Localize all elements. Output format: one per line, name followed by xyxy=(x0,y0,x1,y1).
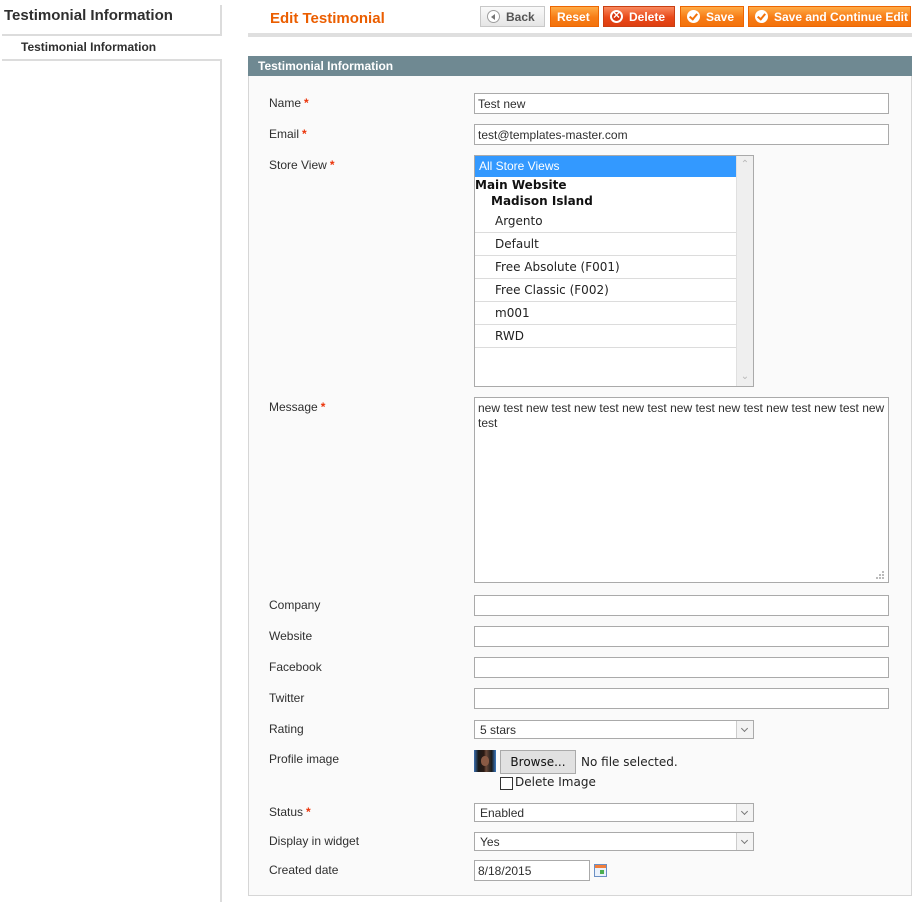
website-label: Website xyxy=(269,629,313,643)
display-in-widget-select[interactable]: Yes xyxy=(474,832,754,851)
chevron-down-icon xyxy=(736,721,753,738)
store-view-options: All Store Views Main Website Madison Isl… xyxy=(475,156,737,348)
rating-select-value: 5 stars xyxy=(480,723,517,737)
name-label-text: Name xyxy=(269,96,302,110)
status-label-text: Status xyxy=(269,805,304,819)
created-date-label: Created date xyxy=(269,863,339,877)
display-in-widget-label: Display in widget xyxy=(269,834,360,848)
status-label: Status * xyxy=(269,805,311,819)
required-marker: * xyxy=(306,805,311,819)
profile-image-label: Profile image xyxy=(269,752,340,766)
name-input[interactable] xyxy=(474,93,889,114)
store-view-option[interactable]: Default xyxy=(475,233,737,256)
rating-select[interactable]: 5 stars xyxy=(474,720,754,739)
email-input[interactable] xyxy=(474,124,889,145)
store-view-option[interactable]: Argento xyxy=(475,210,737,233)
file-status-text: No file selected. xyxy=(581,755,678,769)
display-in-widget-value: Yes xyxy=(480,835,500,849)
calendar-icon[interactable] xyxy=(594,864,607,877)
store-view-option-all[interactable]: All Store Views xyxy=(475,156,737,177)
divider xyxy=(220,5,222,36)
reset-button[interactable]: Reset xyxy=(550,6,599,27)
sidebar-tab-testimonial-information[interactable]: Testimonial Information xyxy=(21,40,156,54)
scroll-up-icon[interactable]: ⌃ xyxy=(740,160,750,170)
chevron-down-icon xyxy=(736,804,753,821)
company-label: Company xyxy=(269,598,321,612)
delete-image-label[interactable]: Delete Image xyxy=(515,775,596,789)
browse-button[interactable]: Browse... xyxy=(500,750,576,774)
back-button-label: Back xyxy=(506,9,535,24)
required-marker: * xyxy=(329,158,335,172)
scroll-down-icon[interactable]: ⌄ xyxy=(740,372,750,382)
status-select-value: Enabled xyxy=(480,806,525,820)
chevron-down-icon xyxy=(736,833,753,850)
resize-grip-icon[interactable] xyxy=(876,571,885,580)
email-label-text: Email xyxy=(269,127,300,141)
page-title: Edit Testimonial xyxy=(270,10,385,27)
back-button[interactable]: Back xyxy=(480,6,545,27)
check-icon xyxy=(755,10,768,23)
store-view-group-website: Main Website xyxy=(475,178,567,192)
status-select[interactable]: Enabled xyxy=(474,803,754,822)
divider xyxy=(220,59,222,902)
email-label: Email * xyxy=(269,127,307,141)
back-arrow-icon xyxy=(487,10,500,23)
required-marker: * xyxy=(320,400,326,414)
message-label: Message * xyxy=(269,400,325,414)
check-icon xyxy=(687,10,700,23)
message-textarea[interactable]: new test new test new test new test new … xyxy=(474,397,889,583)
sidebar: Testimonial Information Testimonial Info… xyxy=(0,0,222,902)
required-marker: * xyxy=(304,96,309,110)
save-button-label: Save xyxy=(706,9,735,24)
company-input[interactable] xyxy=(474,595,889,616)
facebook-input[interactable] xyxy=(474,657,889,678)
save-and-continue-label: Save and Continue Edit xyxy=(774,9,909,24)
store-view-group-store: Madison Island xyxy=(491,194,593,208)
save-and-continue-button[interactable]: Save and Continue Edit xyxy=(748,6,911,27)
delete-x-icon xyxy=(610,8,623,23)
required-marker: * xyxy=(302,127,307,141)
rating-label: Rating xyxy=(269,722,304,736)
name-label: Name * xyxy=(269,96,309,110)
divider xyxy=(2,59,222,61)
header-divider xyxy=(248,33,912,37)
store-view-option[interactable]: Free Absolute (F001) xyxy=(475,256,737,279)
fieldset-legend: Testimonial Information xyxy=(248,56,912,76)
reset-button-label: Reset xyxy=(557,9,590,24)
created-date-input[interactable] xyxy=(474,860,590,881)
store-view-option[interactable]: Free Classic (F002) xyxy=(475,279,737,302)
website-input[interactable] xyxy=(474,626,889,647)
delete-image-checkbox[interactable] xyxy=(500,777,513,790)
divider xyxy=(2,34,222,36)
sidebar-title: Testimonial Information xyxy=(4,7,173,24)
store-view-label-text: Store View xyxy=(269,158,327,172)
twitter-input[interactable] xyxy=(474,688,889,709)
facebook-label: Facebook xyxy=(269,660,322,674)
store-view-multiselect[interactable]: All Store Views Main Website Madison Isl… xyxy=(474,155,754,387)
twitter-label: Twitter xyxy=(269,691,305,705)
message-label-text: Message xyxy=(269,400,318,414)
delete-button-label: Delete xyxy=(629,9,666,24)
store-view-option[interactable]: RWD xyxy=(475,325,737,348)
store-view-label: Store View * xyxy=(269,158,334,172)
delete-button[interactable]: Delete xyxy=(603,6,675,27)
scrollbar[interactable]: ⌃ ⌄ xyxy=(736,156,753,386)
profile-image-thumbnail[interactable] xyxy=(474,750,496,772)
save-button[interactable]: Save xyxy=(680,6,744,27)
store-view-option[interactable]: m001 xyxy=(475,302,737,325)
